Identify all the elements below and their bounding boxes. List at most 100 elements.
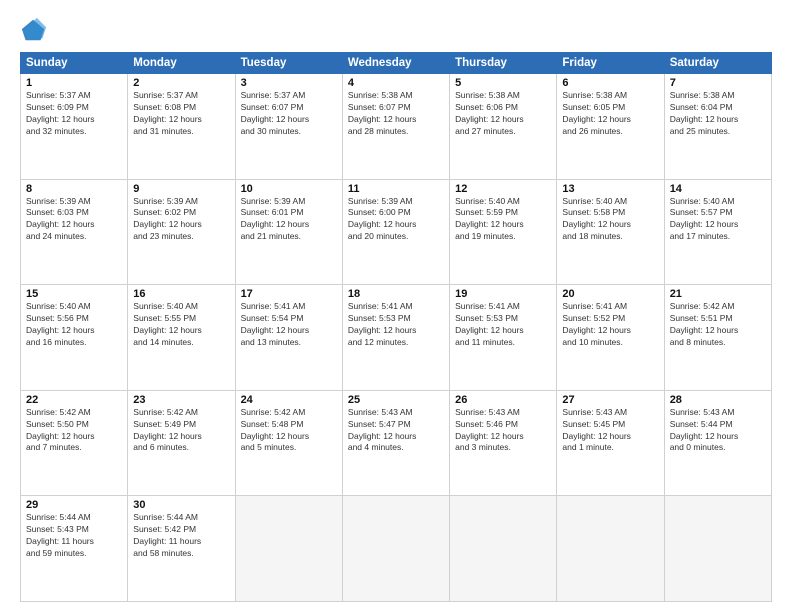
- weekday-monday: Monday: [128, 53, 235, 74]
- week-row-3: 15Sunrise: 5:40 AMSunset: 5:56 PMDayligh…: [21, 285, 772, 391]
- day-cell: [557, 496, 664, 602]
- day-number: 13: [562, 183, 658, 195]
- day-number: 26: [455, 394, 551, 406]
- day-number: 20: [562, 288, 658, 300]
- weekday-tuesday: Tuesday: [235, 53, 342, 74]
- day-cell: 23Sunrise: 5:42 AMSunset: 5:49 PMDayligh…: [128, 390, 235, 496]
- day-info: Sunrise: 5:39 AMSunset: 6:01 PMDaylight:…: [241, 196, 337, 244]
- day-number: 6: [562, 77, 658, 89]
- day-cell: 22Sunrise: 5:42 AMSunset: 5:50 PMDayligh…: [21, 390, 128, 496]
- day-number: 15: [26, 288, 122, 300]
- day-cell: 28Sunrise: 5:43 AMSunset: 5:44 PMDayligh…: [664, 390, 771, 496]
- day-info: Sunrise: 5:42 AMSunset: 5:49 PMDaylight:…: [133, 407, 229, 455]
- day-number: 11: [348, 183, 444, 195]
- day-info: Sunrise: 5:44 AMSunset: 5:42 PMDaylight:…: [133, 512, 229, 560]
- day-cell: 4Sunrise: 5:38 AMSunset: 6:07 PMDaylight…: [342, 74, 449, 180]
- day-info: Sunrise: 5:40 AMSunset: 5:58 PMDaylight:…: [562, 196, 658, 244]
- day-cell: 14Sunrise: 5:40 AMSunset: 5:57 PMDayligh…: [664, 179, 771, 285]
- week-row-1: 1Sunrise: 5:37 AMSunset: 6:09 PMDaylight…: [21, 74, 772, 180]
- day-cell: 1Sunrise: 5:37 AMSunset: 6:09 PMDaylight…: [21, 74, 128, 180]
- day-cell: 16Sunrise: 5:40 AMSunset: 5:55 PMDayligh…: [128, 285, 235, 391]
- day-info: Sunrise: 5:42 AMSunset: 5:48 PMDaylight:…: [241, 407, 337, 455]
- day-cell: 7Sunrise: 5:38 AMSunset: 6:04 PMDaylight…: [664, 74, 771, 180]
- week-row-4: 22Sunrise: 5:42 AMSunset: 5:50 PMDayligh…: [21, 390, 772, 496]
- day-cell: 5Sunrise: 5:38 AMSunset: 6:06 PMDaylight…: [450, 74, 557, 180]
- logo-icon: [20, 16, 48, 44]
- day-info: Sunrise: 5:37 AMSunset: 6:07 PMDaylight:…: [241, 90, 337, 138]
- day-cell: 27Sunrise: 5:43 AMSunset: 5:45 PMDayligh…: [557, 390, 664, 496]
- day-number: 18: [348, 288, 444, 300]
- day-number: 3: [241, 77, 337, 89]
- day-number: 5: [455, 77, 551, 89]
- day-info: Sunrise: 5:37 AMSunset: 6:09 PMDaylight:…: [26, 90, 122, 138]
- day-info: Sunrise: 5:41 AMSunset: 5:53 PMDaylight:…: [348, 301, 444, 349]
- day-cell: [342, 496, 449, 602]
- day-info: Sunrise: 5:38 AMSunset: 6:07 PMDaylight:…: [348, 90, 444, 138]
- day-cell: 6Sunrise: 5:38 AMSunset: 6:05 PMDaylight…: [557, 74, 664, 180]
- day-cell: 21Sunrise: 5:42 AMSunset: 5:51 PMDayligh…: [664, 285, 771, 391]
- day-info: Sunrise: 5:42 AMSunset: 5:50 PMDaylight:…: [26, 407, 122, 455]
- logo: [20, 16, 52, 44]
- day-cell: [235, 496, 342, 602]
- day-info: Sunrise: 5:38 AMSunset: 6:05 PMDaylight:…: [562, 90, 658, 138]
- day-number: 10: [241, 183, 337, 195]
- day-cell: 12Sunrise: 5:40 AMSunset: 5:59 PMDayligh…: [450, 179, 557, 285]
- day-cell: 25Sunrise: 5:43 AMSunset: 5:47 PMDayligh…: [342, 390, 449, 496]
- day-number: 17: [241, 288, 337, 300]
- week-row-2: 8Sunrise: 5:39 AMSunset: 6:03 PMDaylight…: [21, 179, 772, 285]
- day-info: Sunrise: 5:39 AMSunset: 6:03 PMDaylight:…: [26, 196, 122, 244]
- day-cell: 18Sunrise: 5:41 AMSunset: 5:53 PMDayligh…: [342, 285, 449, 391]
- day-cell: 15Sunrise: 5:40 AMSunset: 5:56 PMDayligh…: [21, 285, 128, 391]
- day-cell: 3Sunrise: 5:37 AMSunset: 6:07 PMDaylight…: [235, 74, 342, 180]
- day-info: Sunrise: 5:41 AMSunset: 5:53 PMDaylight:…: [455, 301, 551, 349]
- day-number: 4: [348, 77, 444, 89]
- week-row-5: 29Sunrise: 5:44 AMSunset: 5:43 PMDayligh…: [21, 496, 772, 602]
- page: SundayMondayTuesdayWednesdayThursdayFrid…: [0, 0, 792, 612]
- weekday-wednesday: Wednesday: [342, 53, 449, 74]
- weekday-header-row: SundayMondayTuesdayWednesdayThursdayFrid…: [21, 53, 772, 74]
- weekday-sunday: Sunday: [21, 53, 128, 74]
- day-number: 27: [562, 394, 658, 406]
- day-cell: 29Sunrise: 5:44 AMSunset: 5:43 PMDayligh…: [21, 496, 128, 602]
- day-info: Sunrise: 5:40 AMSunset: 5:57 PMDaylight:…: [670, 196, 766, 244]
- day-cell: 10Sunrise: 5:39 AMSunset: 6:01 PMDayligh…: [235, 179, 342, 285]
- day-number: 23: [133, 394, 229, 406]
- day-cell: 19Sunrise: 5:41 AMSunset: 5:53 PMDayligh…: [450, 285, 557, 391]
- day-cell: [664, 496, 771, 602]
- day-number: 7: [670, 77, 766, 89]
- day-cell: 13Sunrise: 5:40 AMSunset: 5:58 PMDayligh…: [557, 179, 664, 285]
- day-number: 19: [455, 288, 551, 300]
- weekday-thursday: Thursday: [450, 53, 557, 74]
- day-number: 22: [26, 394, 122, 406]
- day-cell: 26Sunrise: 5:43 AMSunset: 5:46 PMDayligh…: [450, 390, 557, 496]
- day-number: 28: [670, 394, 766, 406]
- day-info: Sunrise: 5:43 AMSunset: 5:45 PMDaylight:…: [562, 407, 658, 455]
- day-info: Sunrise: 5:43 AMSunset: 5:47 PMDaylight:…: [348, 407, 444, 455]
- day-number: 14: [670, 183, 766, 195]
- day-info: Sunrise: 5:43 AMSunset: 5:44 PMDaylight:…: [670, 407, 766, 455]
- day-number: 30: [133, 499, 229, 511]
- day-number: 24: [241, 394, 337, 406]
- day-cell: 9Sunrise: 5:39 AMSunset: 6:02 PMDaylight…: [128, 179, 235, 285]
- day-info: Sunrise: 5:40 AMSunset: 5:59 PMDaylight:…: [455, 196, 551, 244]
- day-info: Sunrise: 5:41 AMSunset: 5:52 PMDaylight:…: [562, 301, 658, 349]
- day-number: 2: [133, 77, 229, 89]
- day-number: 21: [670, 288, 766, 300]
- header: [20, 16, 772, 44]
- day-number: 9: [133, 183, 229, 195]
- day-cell: 30Sunrise: 5:44 AMSunset: 5:42 PMDayligh…: [128, 496, 235, 602]
- day-info: Sunrise: 5:41 AMSunset: 5:54 PMDaylight:…: [241, 301, 337, 349]
- day-number: 1: [26, 77, 122, 89]
- calendar-table: SundayMondayTuesdayWednesdayThursdayFrid…: [20, 52, 772, 602]
- day-number: 8: [26, 183, 122, 195]
- day-cell: 8Sunrise: 5:39 AMSunset: 6:03 PMDaylight…: [21, 179, 128, 285]
- day-number: 12: [455, 183, 551, 195]
- day-number: 25: [348, 394, 444, 406]
- day-cell: 20Sunrise: 5:41 AMSunset: 5:52 PMDayligh…: [557, 285, 664, 391]
- day-cell: 11Sunrise: 5:39 AMSunset: 6:00 PMDayligh…: [342, 179, 449, 285]
- weekday-saturday: Saturday: [664, 53, 771, 74]
- day-info: Sunrise: 5:39 AMSunset: 6:02 PMDaylight:…: [133, 196, 229, 244]
- day-info: Sunrise: 5:37 AMSunset: 6:08 PMDaylight:…: [133, 90, 229, 138]
- day-info: Sunrise: 5:40 AMSunset: 5:56 PMDaylight:…: [26, 301, 122, 349]
- day-info: Sunrise: 5:38 AMSunset: 6:06 PMDaylight:…: [455, 90, 551, 138]
